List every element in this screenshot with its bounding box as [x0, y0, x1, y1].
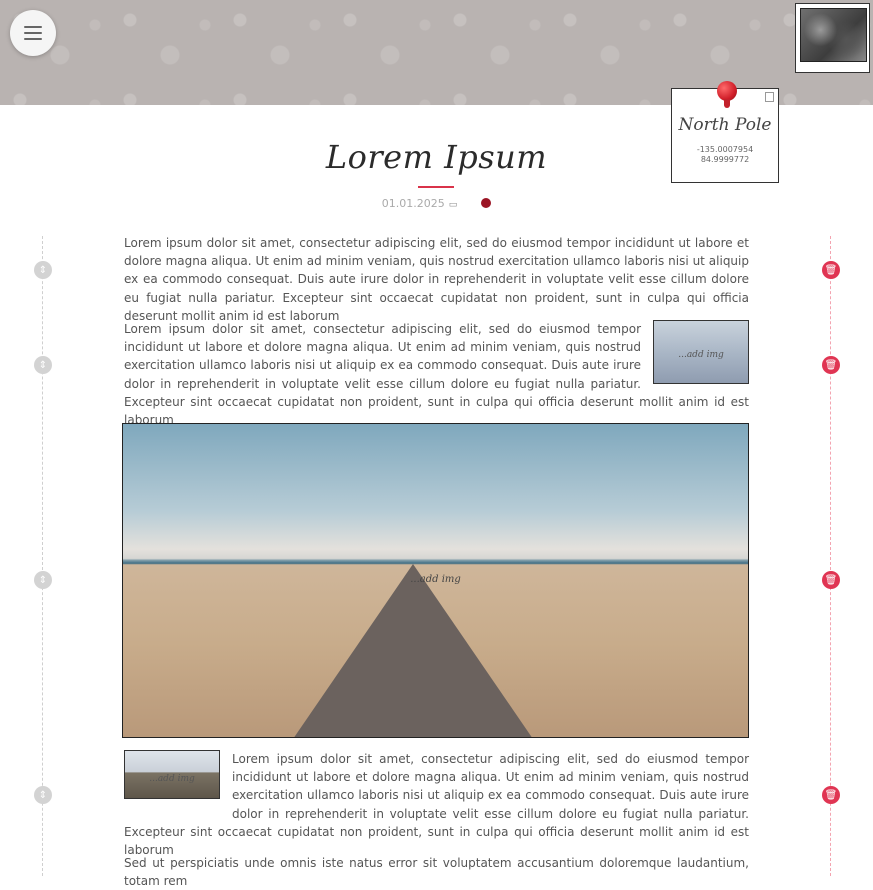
drag-handle-icon[interactable]: ⇕ — [34, 356, 52, 374]
text-block[interactable]: Sed ut perspiciatis unde omnis iste natu… — [124, 854, 749, 890]
pushpin-icon — [717, 81, 737, 101]
document-icon[interactable] — [765, 92, 774, 102]
boardwalk-shape — [293, 564, 533, 737]
map-thumbnail[interactable] — [795, 3, 870, 73]
post-date[interactable]: 01.01.2025 — [382, 197, 445, 210]
drag-handle-icon[interactable]: ⇕ — [34, 571, 52, 589]
color-picker-dot[interactable] — [481, 198, 492, 208]
trash-icon[interactable]: 🗑 — [822, 356, 840, 374]
trash-icon[interactable]: 🗑 — [822, 786, 840, 804]
trash-icon[interactable]: 🗑 — [822, 571, 840, 589]
drag-handle-icon[interactable]: ⇕ — [34, 786, 52, 804]
paragraph-text: Sed ut perspiciatis unde omnis iste natu… — [124, 856, 749, 889]
add-image-caption: ...add img — [149, 773, 195, 784]
text-image-block[interactable]: ...add img Lorem ipsum dolor sit amet, c… — [124, 750, 749, 859]
post-title[interactable]: Lorem Ipsum — [0, 138, 873, 176]
pushpin-stem — [724, 99, 730, 108]
right-rail — [830, 236, 831, 876]
add-image-caption: ...add img — [410, 574, 461, 585]
map-image — [800, 8, 867, 62]
calendar-icon[interactable]: ▭ — [449, 200, 458, 210]
text-image-block[interactable]: ...add img Lorem ipsum dolor sit amet, c… — [124, 320, 749, 429]
trash-icon[interactable]: 🗑 — [822, 261, 840, 279]
text-block[interactable]: Lorem ipsum dolor sit amet, consectetur … — [124, 234, 749, 325]
paragraph-text: Lorem ipsum dolor sit amet, consectetur … — [124, 236, 749, 323]
hero-image[interactable]: ...add img — [122, 423, 749, 738]
post-meta: 01.01.2025 ▭ — [0, 197, 873, 210]
image-placeholder[interactable]: ...add img — [124, 750, 220, 799]
menu-button[interactable] — [10, 10, 56, 56]
left-rail — [42, 236, 43, 876]
hamburger-icon — [24, 26, 42, 40]
title-divider — [418, 186, 454, 188]
location-name: North Pole — [678, 115, 772, 135]
add-image-caption: ...add img — [678, 349, 724, 360]
image-placeholder[interactable]: ...add img — [653, 320, 749, 384]
drag-handle-icon[interactable]: ⇕ — [34, 261, 52, 279]
